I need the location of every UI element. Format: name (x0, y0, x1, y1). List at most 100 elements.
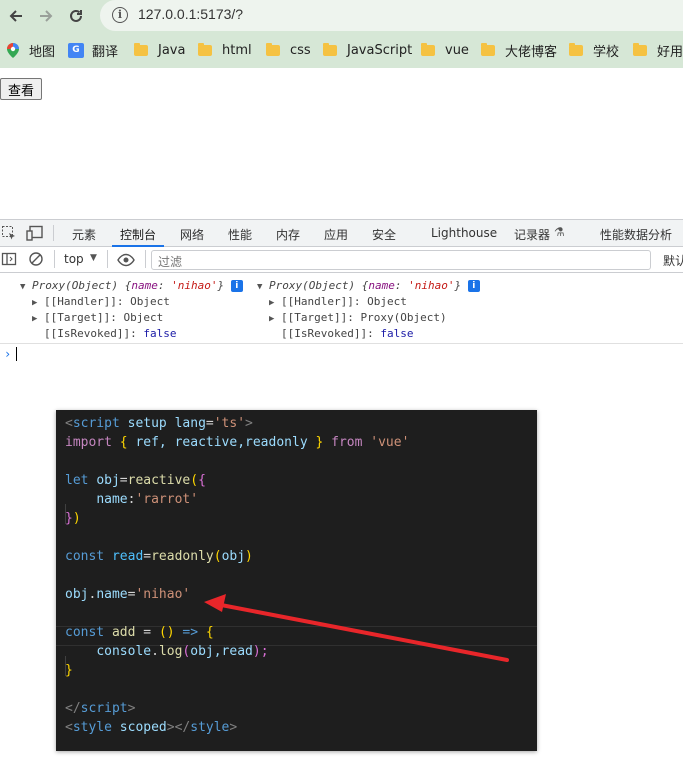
reload-icon[interactable] (64, 4, 88, 28)
device-toggle-icon[interactable] (26, 225, 44, 245)
prop-value: 'nihao' (171, 279, 218, 292)
tab-application[interactable]: 应用 (324, 226, 348, 243)
console-input-caret[interactable] (16, 347, 17, 361)
tab-recorder[interactable]: 记录器 (514, 226, 550, 243)
property-text: [[Target]]: Proxy(Object) (281, 311, 447, 324)
tab-network[interactable]: 网络 (180, 226, 204, 243)
browser-toolbar: i 127.0.0.1:5173/? (0, 0, 683, 33)
expand-triangle-icon[interactable]: ▼ (257, 282, 262, 292)
bookmark-label: JavaScript (347, 42, 413, 58)
sidebar-toggle-icon[interactable] (1, 251, 17, 271)
bookmark-school[interactable]: 学校 (569, 40, 619, 60)
log-object-header[interactable]: ▼ Proxy(Object) {name: 'nihao'} i (20, 279, 243, 292)
clear-console-icon[interactable] (28, 251, 44, 271)
context-selector[interactable]: top (64, 252, 84, 266)
expand-triangle-icon[interactable]: ▶ (269, 314, 274, 324)
property-text: [[Target]]: Object (44, 311, 164, 324)
log-property-revoked: [[IsRevoked]]: false (44, 327, 176, 340)
bookmarks-bar: 地图 G 翻译 Java html css JavaScript vue 大佬博… (0, 37, 683, 63)
log-property-revoked: [[IsRevoked]]: false (281, 327, 413, 340)
bookmark-translate[interactable]: G 翻译 (68, 40, 118, 60)
log-object-header[interactable]: ▼ Proxy(Object) {name: 'nihao'} i (257, 279, 480, 292)
folder-icon (569, 42, 583, 56)
log-levels-dropdown[interactable]: 默认 (663, 252, 683, 269)
bookmark-vue[interactable]: vue (421, 40, 469, 60)
prop-sep: : (394, 279, 409, 292)
proxy-prefix: Proxy(Object) { (269, 279, 369, 292)
log-property-handler[interactable]: ▶ [[Handler]]: Object (32, 295, 170, 308)
tab-elements[interactable]: 元素 (72, 226, 96, 243)
bookmark-label: css (290, 42, 311, 58)
proxy-suffix: } (217, 279, 225, 292)
filter-box[interactable] (151, 250, 651, 271)
bookmark-label: 学校 (593, 44, 620, 60)
log-property-handler[interactable]: ▶ [[Handler]]: Object (269, 295, 407, 308)
property-text: [[Handler]]: Object (281, 295, 407, 308)
url-text: 127.0.0.1:5173/? (138, 6, 244, 22)
view-button[interactable]: 查看 (0, 78, 43, 100)
bookmark-map[interactable]: 地图 (7, 40, 55, 60)
back-arrow-icon[interactable] (4, 4, 28, 28)
tab-divider (53, 225, 54, 241)
prop-value: 'nihao' (408, 279, 455, 292)
inspect-element-icon[interactable] (1, 225, 17, 245)
bookmark-javascript[interactable]: JavaScript (323, 40, 412, 60)
expand-triangle-icon[interactable]: ▶ (32, 314, 37, 324)
forward-arrow-icon[interactable] (34, 4, 58, 28)
code-snippet: <script setup lang='ts'> import { ref, r… (56, 410, 537, 751)
tab-lighthouse[interactable]: Lighthouse (431, 226, 497, 240)
toolbar-divider (107, 250, 108, 268)
toolbar-divider (54, 250, 55, 268)
folder-icon (134, 42, 148, 56)
bookmark-java[interactable]: Java (134, 40, 185, 60)
flask-icon: ⚗ (554, 225, 565, 239)
property-value: false (380, 327, 414, 340)
folder-icon (633, 42, 647, 56)
prop-key: name (131, 279, 158, 292)
proxy-suffix: } (454, 279, 462, 292)
bookmark-useful[interactable]: 好用 (633, 40, 683, 60)
bookmark-label: 翻译 (92, 44, 119, 60)
bookmark-html[interactable]: html (198, 40, 252, 60)
prop-key: name (368, 279, 395, 292)
bookmark-label: 大佬博客 (505, 44, 558, 60)
tab-performance[interactable]: 性能 (228, 226, 252, 243)
bookmark-label: 地图 (29, 44, 56, 60)
tab-memory[interactable]: 内存 (276, 226, 300, 243)
site-info-icon[interactable]: i (112, 7, 128, 23)
expand-triangle-icon[interactable]: ▼ (20, 282, 25, 292)
log-property-target[interactable]: ▶ [[Target]]: Object (32, 311, 163, 324)
bookmark-label: Java (158, 42, 186, 58)
console-prompt-icon: › (4, 347, 12, 361)
address-bar[interactable]: i 127.0.0.1:5173/? (100, 0, 683, 31)
eye-icon[interactable] (117, 252, 135, 271)
console-output: ▼ Proxy(Object) {name: 'nihao'} i ▶ [[Ha… (0, 274, 683, 344)
folder-icon (421, 42, 435, 56)
bookmark-css[interactable]: css (266, 40, 311, 60)
folder-icon (323, 42, 337, 56)
property-key: [[IsRevoked]]: (44, 327, 144, 340)
info-icon[interactable]: i (467, 280, 480, 292)
tab-performance-insights[interactable]: 性能数据分析 (600, 226, 672, 243)
tab-security[interactable]: 安全 (372, 226, 396, 243)
chevron-down-icon[interactable]: ▼ (90, 253, 97, 263)
filter-input[interactable] (152, 253, 650, 271)
browser-chrome: i 127.0.0.1:5173/? 地图 G 翻译 Java html css… (0, 0, 683, 68)
bookmark-label: vue (445, 42, 469, 58)
folder-icon (198, 42, 212, 56)
translate-icon: G (68, 42, 84, 58)
bookmark-blogs[interactable]: 大佬博客 (481, 40, 557, 60)
property-text: [[Handler]]: Object (44, 295, 170, 308)
tab-console[interactable]: 控制台 (120, 226, 156, 243)
console-toolbar: top ▼ 默认 (0, 247, 683, 273)
log-property-target[interactable]: ▶ [[Target]]: Proxy(Object) (269, 311, 447, 324)
annotation-arrow-icon (204, 594, 509, 662)
expand-triangle-icon[interactable]: ▶ (269, 298, 274, 308)
property-key: [[IsRevoked]]: (281, 327, 381, 340)
expand-triangle-icon[interactable]: ▶ (32, 298, 37, 308)
info-icon[interactable]: i (230, 280, 243, 292)
folder-icon (266, 42, 280, 56)
bookmark-label: html (222, 42, 252, 58)
toolbar-divider (145, 250, 146, 268)
map-pin-icon (7, 42, 19, 58)
